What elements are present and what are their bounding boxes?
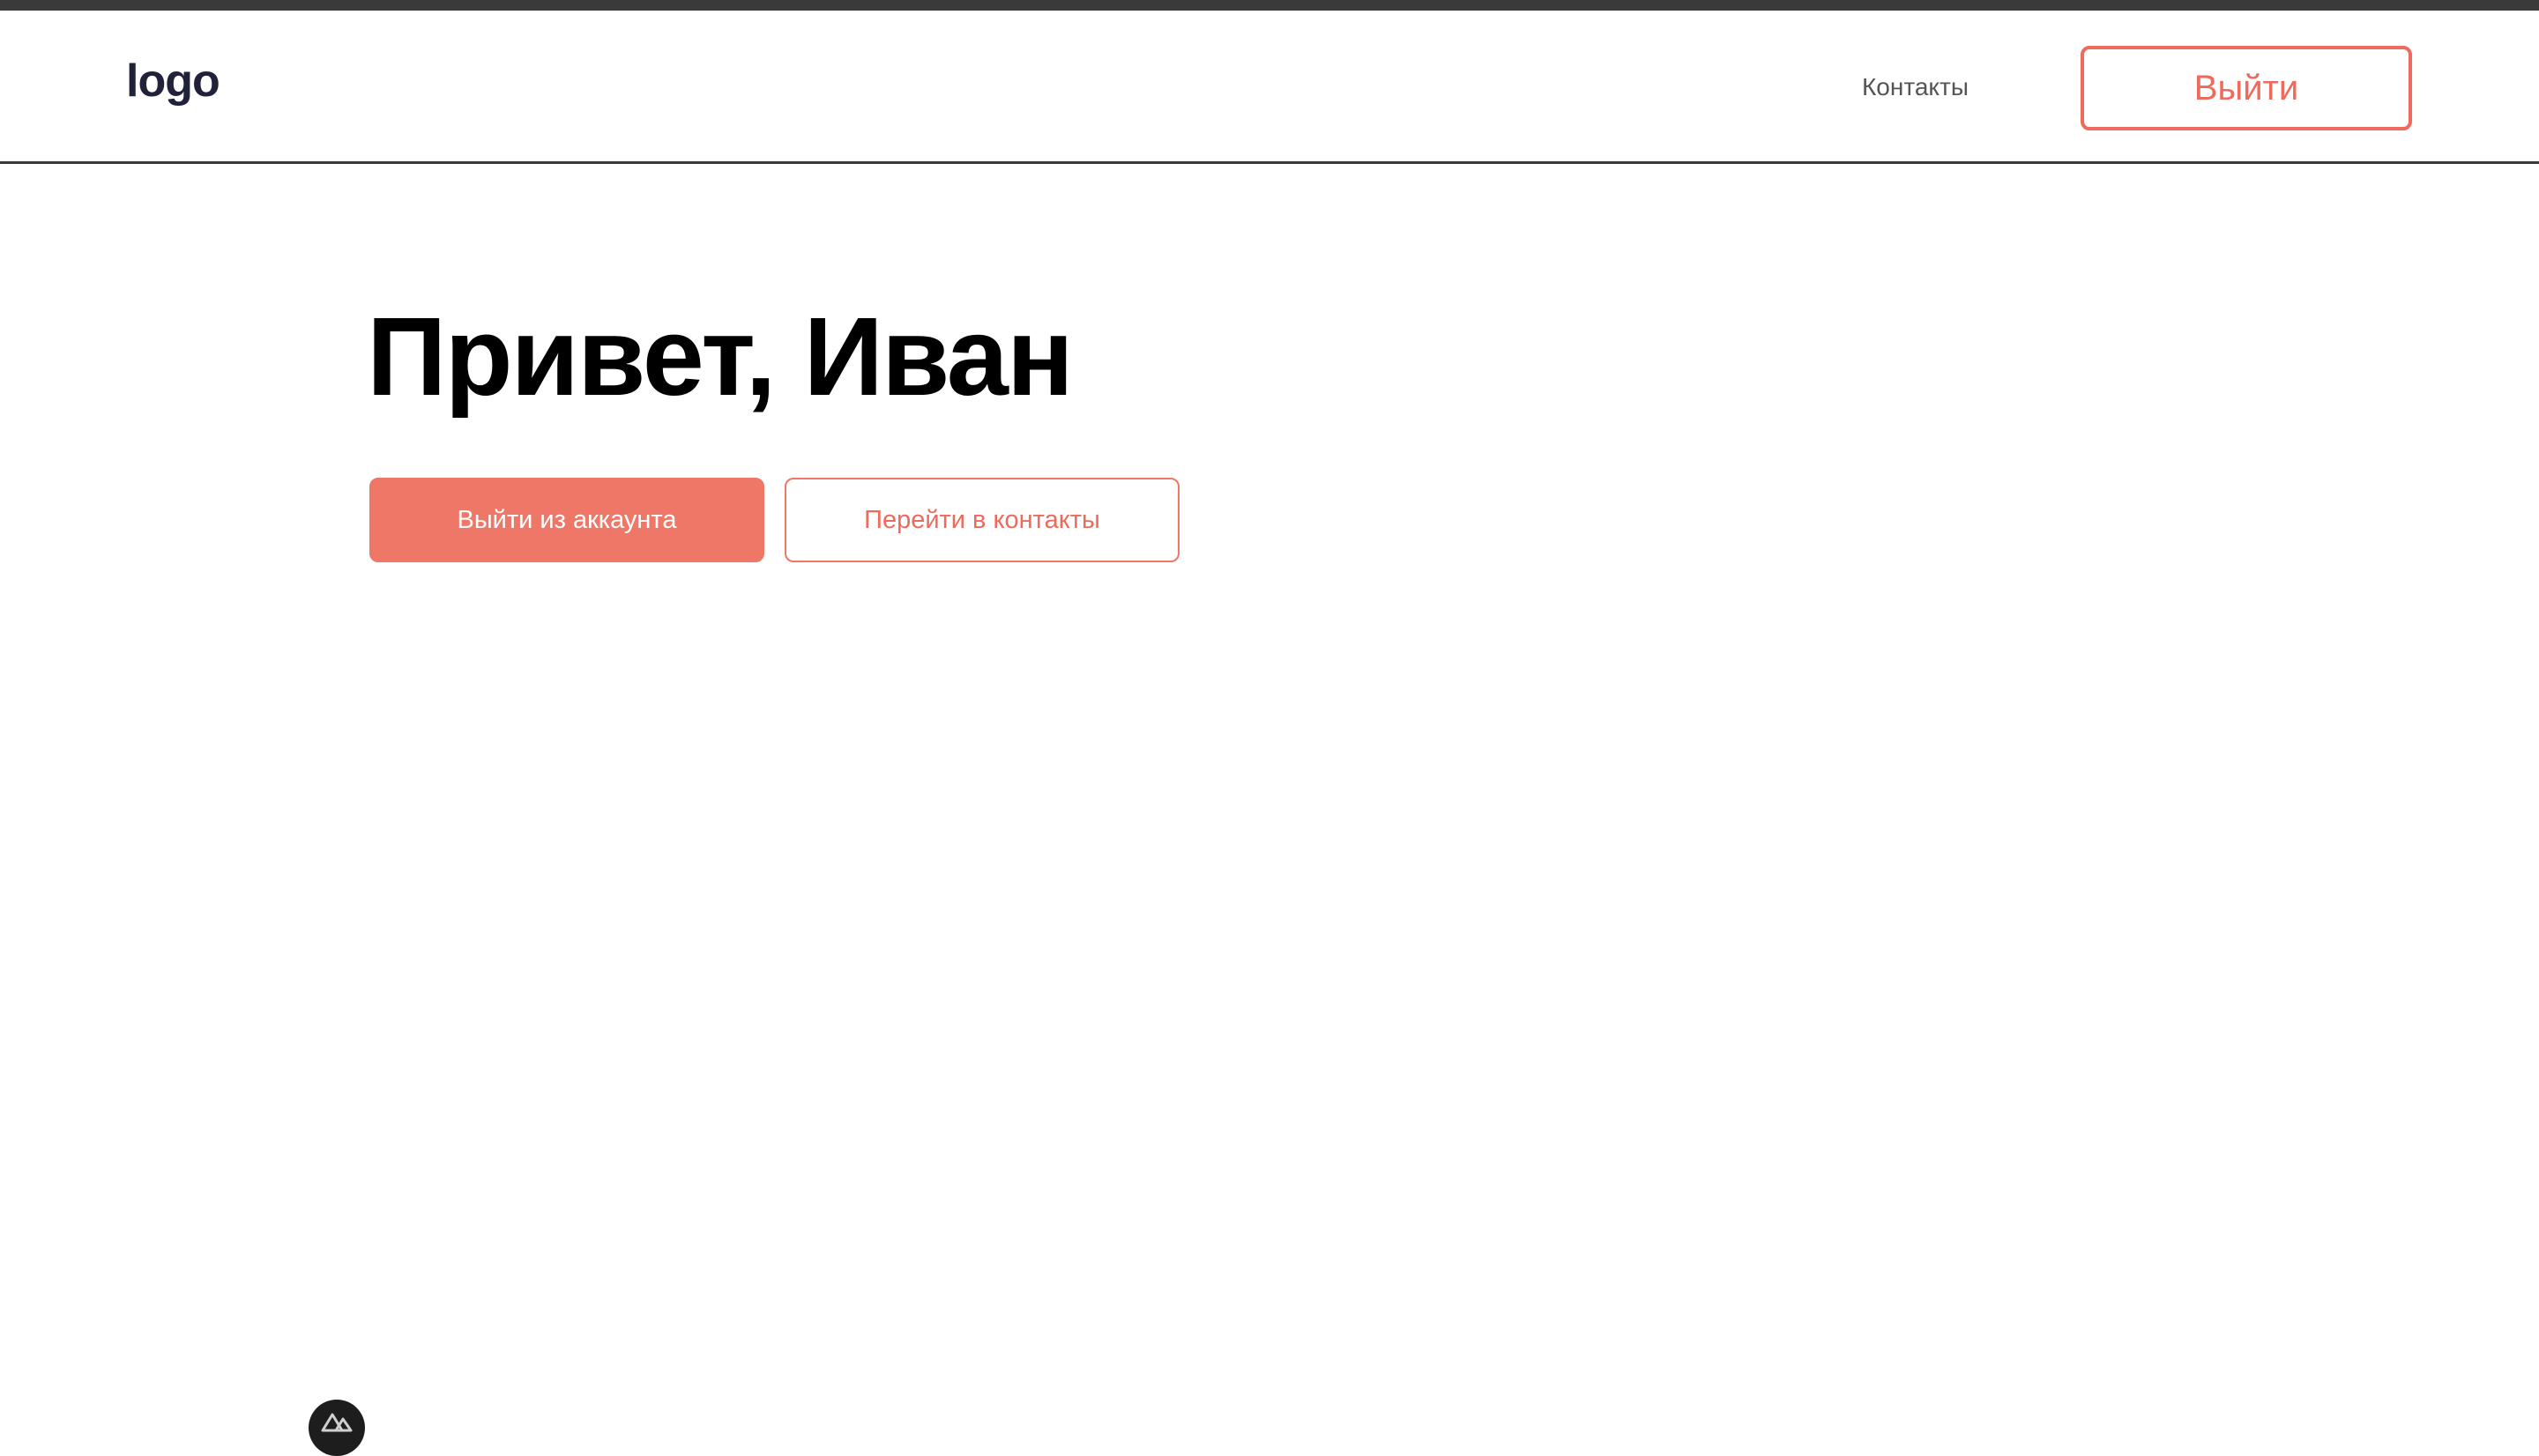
go-to-contacts-button[interactable]: Перейти в контакты bbox=[785, 478, 1180, 562]
devtools-toggle-button[interactable] bbox=[309, 1400, 365, 1456]
logo[interactable]: logo bbox=[126, 58, 220, 104]
logout-account-button[interactable]: Выйти из аккаунта bbox=[369, 478, 764, 562]
nuxt-logo-icon bbox=[320, 1410, 354, 1437]
site-header: logo Контакты Выйти bbox=[0, 11, 2539, 164]
header-logout-button[interactable]: Выйти bbox=[2081, 46, 2412, 130]
top-strip bbox=[0, 0, 2539, 11]
page-title: Привет, Иван bbox=[367, 294, 1074, 419]
nav-link-contacts[interactable]: Контакты bbox=[1862, 75, 1969, 100]
